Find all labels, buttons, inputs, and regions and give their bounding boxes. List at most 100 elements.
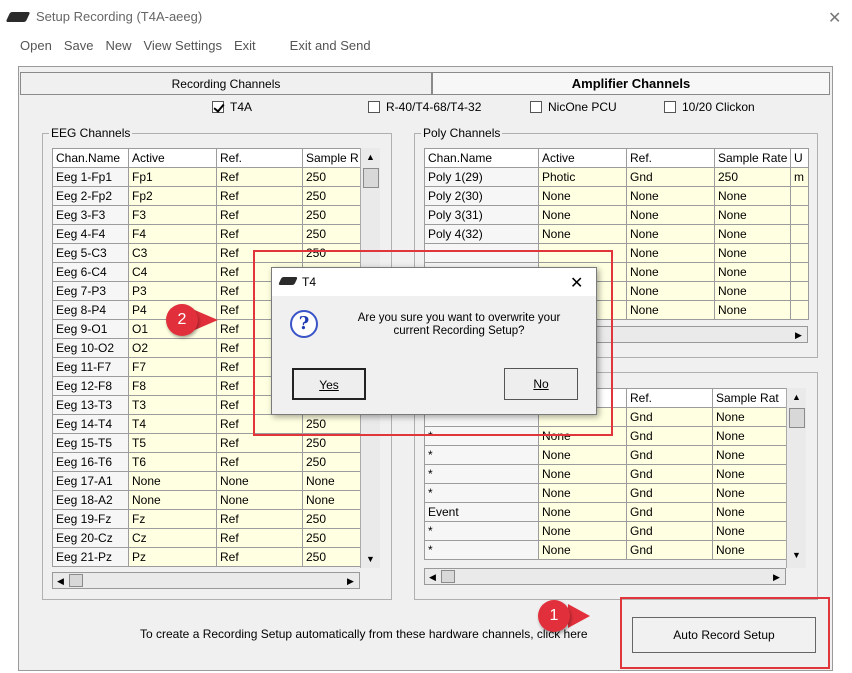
table-cell[interactable]: None	[216, 471, 303, 491]
column-header[interactable]: Active	[538, 148, 627, 168]
scroll-thumb[interactable]	[441, 570, 455, 583]
table-cell[interactable]: None	[128, 490, 217, 510]
table-cell[interactable]: Eeg 10-O2	[52, 338, 129, 358]
table-row[interactable]: Eeg 18-A2 None None None	[52, 490, 361, 510]
menu-exit[interactable]: Exit	[234, 38, 256, 53]
table-cell[interactable]: Eeg 14-T4	[52, 414, 129, 434]
table-cell[interactable]	[790, 205, 809, 225]
table-cell[interactable]: F8	[128, 376, 217, 396]
table-cell[interactable]: Eeg 13-T3	[52, 395, 129, 415]
table-cell[interactable]: None	[626, 262, 715, 282]
table-cell[interactable]: Eeg 12-F8	[52, 376, 129, 396]
checkbox-box[interactable]	[664, 101, 676, 113]
table-cell[interactable]: Gnd	[626, 426, 713, 446]
table-cell[interactable]	[790, 281, 809, 301]
scroll-up-icon[interactable]: ▲	[366, 152, 375, 162]
scroll-thumb[interactable]	[789, 408, 805, 428]
table-cell[interactable]	[790, 262, 809, 282]
table-cell[interactable]: Eeg 18-A2	[52, 490, 129, 510]
table-cell[interactable]: Ref	[216, 509, 303, 529]
table-cell[interactable]: None	[538, 186, 627, 206]
table-cell[interactable]: Eeg 11-F7	[52, 357, 129, 377]
table-cell[interactable]: None	[712, 426, 787, 446]
table-cell[interactable]: *	[424, 483, 539, 503]
menu-open[interactable]: Open	[20, 38, 52, 53]
table-cell[interactable]: F4	[128, 224, 217, 244]
table-cell[interactable]: None	[128, 471, 217, 491]
table-cell[interactable]: Fz	[128, 509, 217, 529]
scroll-left-icon[interactable]: ◀	[429, 572, 436, 583]
table-cell[interactable]: Photic	[538, 167, 627, 187]
column-header[interactable]: Active	[128, 148, 217, 168]
table-cell[interactable]: 250	[302, 224, 361, 244]
table-cell[interactable]: *	[424, 445, 539, 465]
table-cell[interactable]: m	[790, 167, 809, 187]
table-cell[interactable]: None	[626, 205, 715, 225]
table-cell[interactable]: Cz	[128, 528, 217, 548]
scroll-thumb[interactable]	[69, 574, 83, 587]
table-cell[interactable]: None	[302, 471, 361, 491]
table-row[interactable]: Event None Gnd None	[424, 502, 787, 522]
table-cell[interactable]	[790, 186, 809, 206]
table-cell[interactable]: T4	[128, 414, 217, 434]
table-cell[interactable]: 250	[302, 528, 361, 548]
column-header[interactable]: Sample Rat	[712, 388, 787, 408]
column-header[interactable]: Ref.	[626, 148, 715, 168]
column-header[interactable]: U	[790, 148, 809, 168]
amp-nicone-checkbox[interactable]: NicOne PCU	[530, 100, 617, 114]
table-cell[interactable]: F3	[128, 205, 217, 225]
table-cell[interactable]: Fp2	[128, 186, 217, 206]
table-cell[interactable]: 250	[302, 205, 361, 225]
table-cell[interactable]: None	[714, 186, 791, 206]
scroll-thumb[interactable]	[363, 168, 379, 188]
table-cell[interactable]: None	[538, 464, 627, 484]
table-row[interactable]: Eeg 15-T5 T5 Ref 250	[52, 433, 361, 453]
table-cell[interactable]: Gnd	[626, 445, 713, 465]
column-header[interactable]: Chan.Name	[424, 148, 539, 168]
tab-amplifier-channels[interactable]: Amplifier Channels	[432, 72, 830, 94]
table-cell[interactable]: None	[714, 281, 791, 301]
checkbox-box[interactable]	[530, 101, 542, 113]
menu-save[interactable]: Save	[64, 38, 94, 53]
table-cell[interactable]: None	[712, 540, 787, 560]
table-cell[interactable]: 250	[302, 433, 361, 453]
table-cell[interactable]: Eeg 6-C4	[52, 262, 129, 282]
table-cell[interactable]: Ref	[216, 452, 303, 472]
table-cell[interactable]: P3	[128, 281, 217, 301]
table-cell[interactable]: 250	[714, 167, 791, 187]
table-cell[interactable]: Poly 4(32)	[424, 224, 539, 244]
amp-clickon-checkbox[interactable]: 10/20 Clickon	[664, 100, 755, 114]
table-cell[interactable]: Eeg 15-T5	[52, 433, 129, 453]
event-horizontal-scrollbar[interactable]: ◀ ▶	[424, 568, 786, 585]
table-cell[interactable]: None	[712, 502, 787, 522]
amp-t4a-checkbox[interactable]: T4A	[212, 100, 252, 114]
table-cell[interactable]: Gnd	[626, 540, 713, 560]
table-cell[interactable]: Gnd	[626, 483, 713, 503]
table-cell[interactable]: None	[626, 186, 715, 206]
table-cell[interactable]	[790, 224, 809, 244]
menu-new[interactable]: New	[105, 38, 131, 53]
scroll-left-icon[interactable]: ◀	[57, 576, 64, 587]
scroll-down-icon[interactable]: ▼	[792, 550, 801, 560]
menu-exit-and-send[interactable]: Exit and Send	[290, 38, 371, 53]
table-row[interactable]: Eeg 19-Fz Fz Ref 250	[52, 509, 361, 529]
table-cell[interactable]: Eeg 17-A1	[52, 471, 129, 491]
table-row[interactable]: * None Gnd None	[424, 464, 787, 484]
table-cell[interactable]: Ref	[216, 186, 303, 206]
table-cell[interactable]: Gnd	[626, 521, 713, 541]
table-cell[interactable]: None	[714, 300, 791, 320]
table-cell[interactable]: None	[538, 205, 627, 225]
table-cell[interactable]: T6	[128, 452, 217, 472]
yes-button[interactable]: Yes	[292, 368, 366, 400]
scroll-right-icon[interactable]: ▶	[773, 572, 780, 583]
checkbox-box[interactable]	[368, 101, 380, 113]
table-cell[interactable]: 250	[302, 167, 361, 187]
table-cell[interactable]: Eeg 7-P3	[52, 281, 129, 301]
table-row[interactable]: Eeg 3-F3 F3 Ref 250	[52, 205, 361, 225]
table-cell[interactable]: C4	[128, 262, 217, 282]
table-cell[interactable]: None	[626, 281, 715, 301]
scroll-right-icon[interactable]: ▶	[347, 576, 354, 587]
table-cell[interactable]: Gnd	[626, 502, 713, 522]
table-cell[interactable]: None	[712, 407, 787, 427]
table-cell[interactable]: Poly 3(31)	[424, 205, 539, 225]
